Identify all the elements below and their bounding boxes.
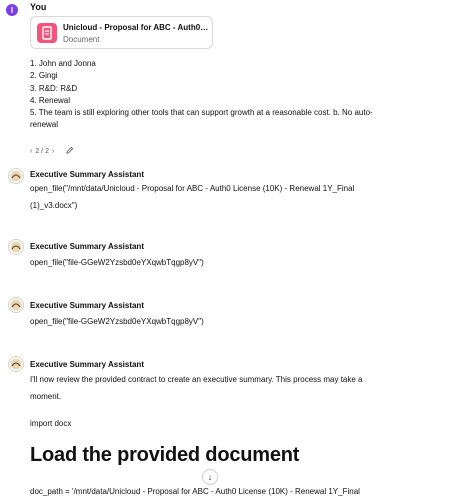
pager-label: 2 / 2 (35, 148, 49, 155)
list-item: 3. R&D: R&D (30, 83, 78, 93)
assistant-name: Executive Summary Assistant (30, 170, 144, 179)
list-item: 5. The team is still exploring other too… (30, 108, 373, 118)
user-name: You (30, 2, 47, 12)
assistant-message-text: open_file("/mnt/data/Unicloud - Proposal… (30, 184, 355, 210)
assistant-name: Executive Summary Assistant (30, 360, 144, 369)
list-item: 2. Gingi (30, 71, 58, 81)
message-pager: ‹ 2 / 2 › (30, 146, 74, 157)
chevron-left-icon[interactable]: ‹ (30, 148, 32, 155)
document-icon (37, 23, 57, 43)
attachment-title: Unicloud - Proposal for ABC - Auth0 Lic.… (63, 23, 209, 32)
assistant-message-text: open_file("file-GGeW2Yzsbd0eYXqwbTqgp8yV… (30, 317, 204, 326)
attachment-card[interactable]: Unicloud - Proposal for ABC - Auth0 Lic.… (30, 16, 213, 49)
list-item: 1. John and Jonna (30, 59, 96, 68)
section-heading: Load the provided document (30, 444, 300, 466)
code-line: import docx (30, 419, 72, 428)
assistant-message-text: open_file("file-GGeW2Yzsbd0eYXqwbTqgp8yV… (30, 258, 204, 267)
assistant-avatar (8, 297, 24, 313)
assistant-avatar (8, 356, 24, 372)
list-item: renewal (30, 120, 59, 130)
list-item: 4. Renewal (30, 95, 71, 105)
arrow-down-icon: ↓ (207, 472, 213, 482)
assistant-name: Executive Summary Assistant (30, 301, 144, 310)
user-message-text: 1. John and Jonna 2. Gingi 3. R&D: R&D 4… (30, 58, 440, 132)
assistant-name: Executive Summary Assistant (30, 242, 144, 251)
code-line: doc_path = '/mnt/data/Unicloud - Proposa… (30, 487, 360, 496)
edit-icon[interactable] (65, 146, 74, 157)
user-avatar: I (6, 4, 18, 16)
scroll-down-button[interactable]: ↓ (202, 469, 218, 485)
assistant-message-text: I'll now review the provided contract to… (30, 375, 363, 401)
attachment-type: Document (63, 35, 100, 44)
assistant-avatar (8, 239, 24, 255)
assistant-avatar (8, 168, 24, 184)
chevron-right-icon[interactable]: › (52, 148, 54, 155)
